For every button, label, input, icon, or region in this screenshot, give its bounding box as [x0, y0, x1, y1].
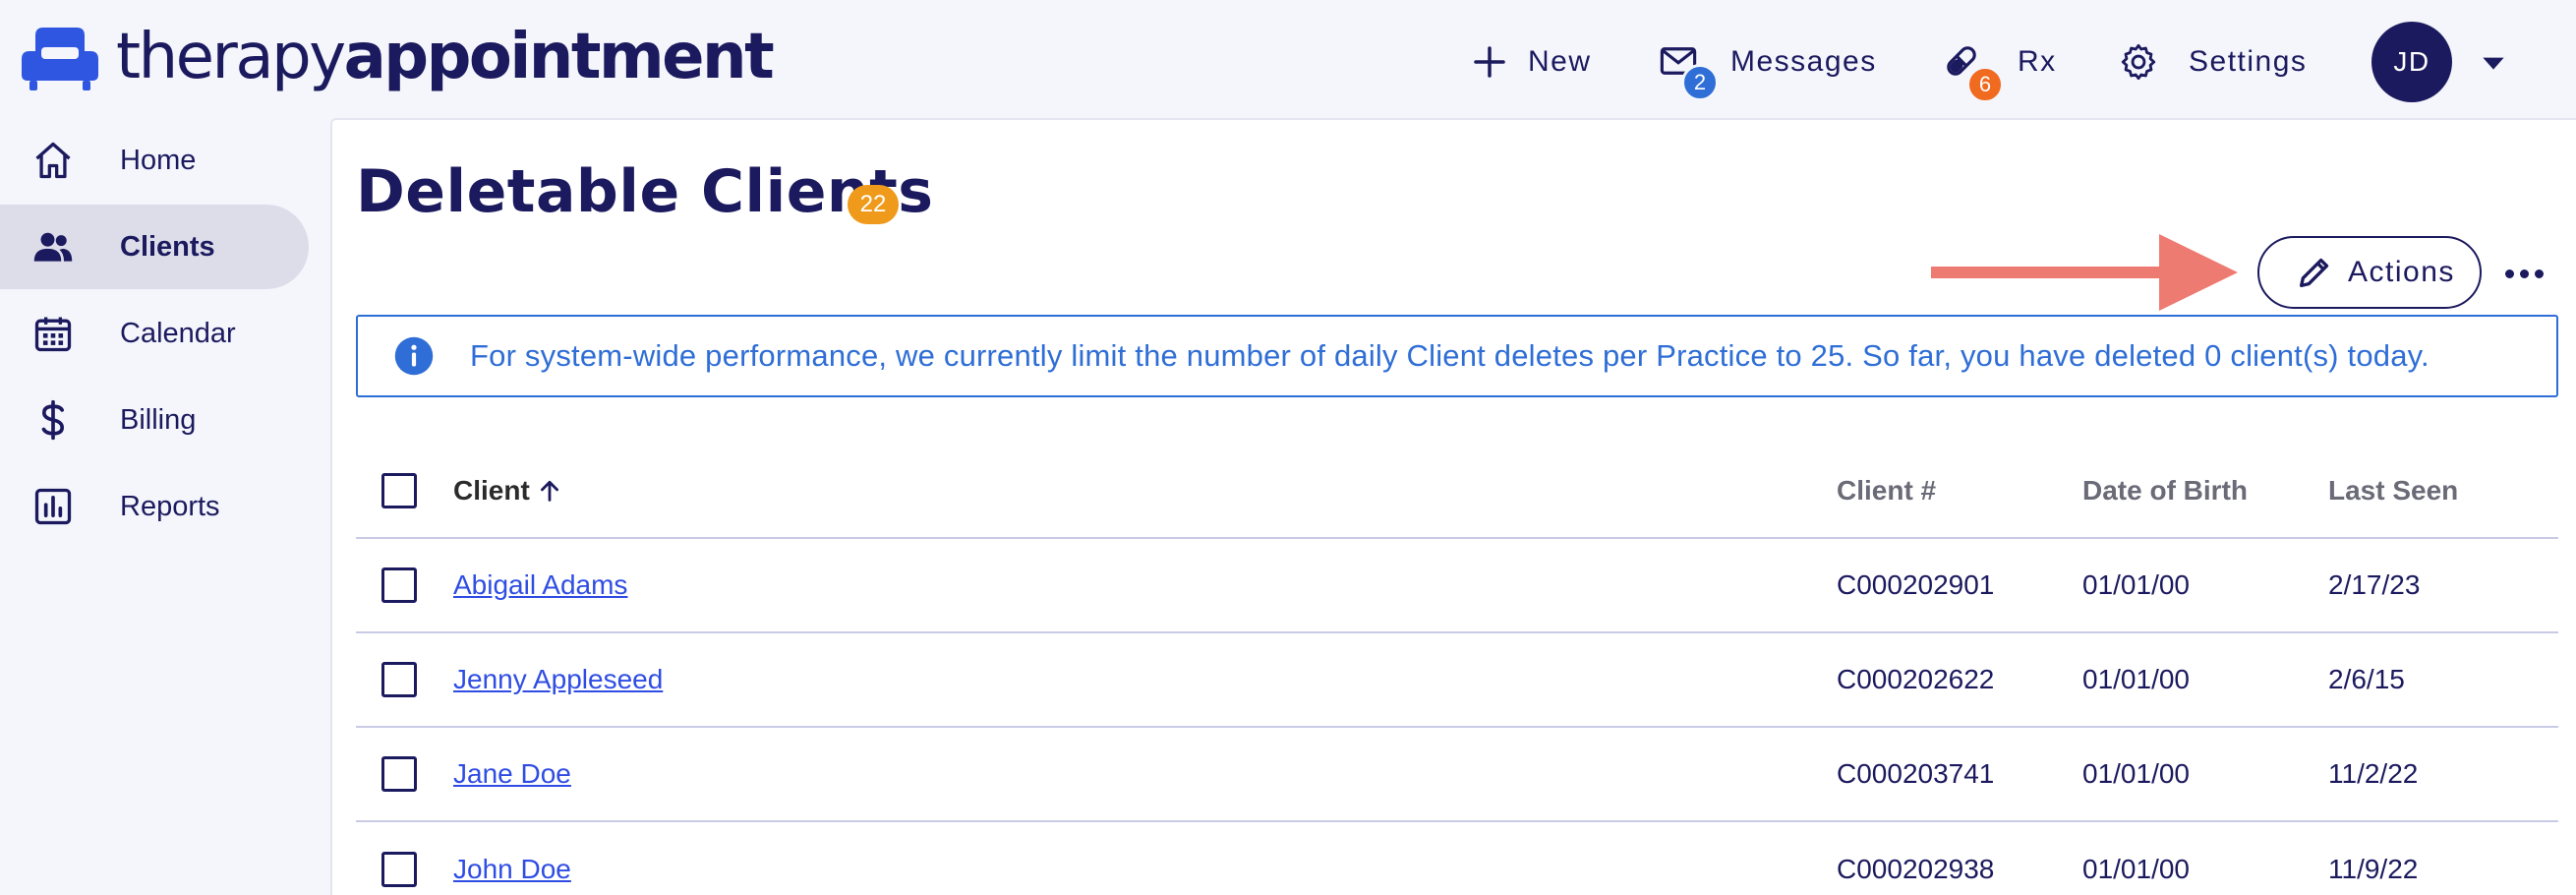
annotation-arrow-icon [1931, 234, 2238, 311]
top-header: therapyappointment New 2 Messages 6 Rx S… [0, 0, 2576, 116]
client-dob: 01/01/00 [2082, 664, 2190, 694]
client-count-badge: 22 [848, 185, 899, 224]
sidebar-item-clients[interactable]: Clients [0, 205, 309, 289]
table-header-row: Client Client # Date of Birth Last Seen [356, 445, 2558, 539]
actions-button[interactable]: Actions [2257, 236, 2482, 309]
row-checkbox[interactable] [381, 662, 417, 697]
users-icon [33, 232, 73, 262]
client-dob: 01/01/00 [2082, 569, 2190, 600]
gear-icon [2121, 43, 2156, 81]
client-number: C000203741 [1837, 758, 1995, 789]
client-number: C000202938 [1837, 854, 1995, 884]
app-logo[interactable]: therapyappointment [18, 22, 775, 92]
last-seen-header[interactable]: Last Seen [2328, 475, 2458, 507]
user-avatar[interactable]: JD [2371, 22, 2452, 102]
client-dob: 01/01/00 [2082, 854, 2190, 884]
rx-button[interactable]: 6 Rx [1941, 28, 2057, 103]
new-label: New [1528, 45, 1592, 78]
dob-header[interactable]: Date of Birth [2082, 475, 2248, 507]
sort-ascending-icon [540, 480, 558, 502]
client-last-seen: 11/9/22 [2328, 854, 2419, 884]
logo-wordmark: therapyappointment [116, 26, 775, 89]
info-text: For system-wide performance, we currentl… [470, 338, 2430, 373]
client-column-header[interactable]: Client [453, 475, 563, 507]
rx-count-badge: 6 [1966, 66, 2004, 103]
calendar-icon [34, 317, 72, 352]
sidebar-item-label: Reports [120, 490, 220, 522]
plus-icon [1474, 46, 1505, 78]
client-number: C000202622 [1837, 664, 1995, 694]
caret-down-icon[interactable] [2478, 47, 2509, 79]
select-all-checkbox[interactable] [381, 473, 417, 508]
sidebar-item-home[interactable]: Home [0, 118, 309, 203]
client-name-link[interactable]: John Doe [453, 854, 571, 885]
client-number: C000202901 [1837, 569, 1995, 600]
row-checkbox[interactable] [381, 852, 417, 887]
table-row: Abigail Adams C000202901 01/01/00 2/17/2… [356, 539, 2558, 633]
chart-icon [34, 488, 72, 525]
pencil-icon [2300, 258, 2329, 287]
sidebar-item-label: Home [120, 144, 197, 176]
dollar-icon [41, 399, 65, 441]
settings-label: Settings [2189, 45, 2308, 78]
messages-label: Messages [1730, 45, 1877, 78]
sidebar-item-billing[interactable]: Billing [0, 378, 309, 462]
table-row: John Doe C000202938 01/01/00 11/9/22 [356, 822, 2558, 895]
couch-icon [22, 28, 98, 90]
info-icon [394, 336, 434, 376]
client-last-seen: 11/2/22 [2328, 758, 2419, 789]
row-checkbox[interactable] [381, 756, 417, 792]
client-number-header[interactable]: Client # [1837, 475, 1936, 507]
sidebar-item-calendar[interactable]: Calendar [0, 291, 309, 376]
settings-button[interactable]: Settings [2118, 28, 2307, 96]
home-icon [35, 142, 71, 179]
page-title: Deletable Clients [356, 157, 934, 226]
actions-label: Actions [2348, 256, 2455, 288]
main-panel: Deletable Clients 22 Actions For system-… [330, 118, 2576, 895]
rx-label: Rx [2018, 45, 2057, 78]
row-checkbox[interactable] [381, 567, 417, 603]
messages-count-badge: 2 [1681, 64, 1719, 101]
sidebar-item-label: Calendar [120, 317, 236, 349]
info-banner: For system-wide performance, we currentl… [356, 315, 2558, 397]
messages-button[interactable]: 2 Messages [1658, 28, 1877, 101]
client-last-seen: 2/17/23 [2328, 569, 2421, 600]
table-row: Jenny Appleseed C000202622 01/01/00 2/6/… [356, 633, 2558, 728]
client-name-link[interactable]: Jane Doe [453, 758, 571, 790]
client-header-label: Client [453, 475, 530, 506]
client-dob: 01/01/00 [2082, 758, 2190, 789]
logo-text-light: therapy [116, 21, 346, 93]
client-last-seen: 2/6/15 [2328, 664, 2405, 694]
client-name-link[interactable]: Jenny Appleseed [453, 664, 663, 695]
sidebar-item-label: Billing [120, 403, 197, 436]
more-options-icon[interactable] [2499, 256, 2548, 291]
client-name-link[interactable]: Abigail Adams [453, 569, 627, 601]
sidebar-item-label: Clients [120, 230, 215, 263]
new-button[interactable]: New [1469, 28, 1592, 96]
logo-text-bold: appointment [343, 21, 775, 93]
table-row: Jane Doe C000203741 01/01/00 11/2/22 [356, 728, 2558, 822]
sidebar-item-reports[interactable]: Reports [0, 464, 309, 549]
